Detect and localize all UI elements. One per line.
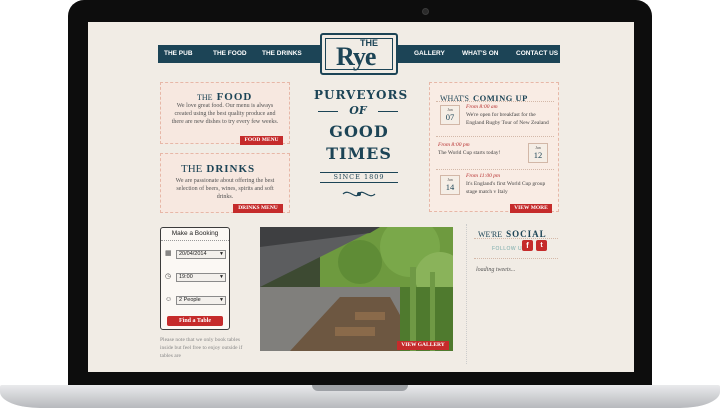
drinks-menu-button[interactable]: DRINKS MENU [233, 204, 283, 213]
nav-item-contact-us[interactable]: CONTACT US [516, 45, 558, 63]
event-date-box: Jun 07 [440, 105, 460, 125]
nav-item-the-food[interactable]: THE FOOD [213, 45, 247, 63]
tagline-times: TIMES [326, 144, 392, 163]
food-panel: THE FOOD We love great food. Our menu is… [160, 82, 290, 145]
date-select[interactable]: 20/04/2014 ▼ [176, 250, 226, 259]
chevron-down-icon: ▼ [219, 274, 224, 280]
event-desc: The World Cup starts today! [438, 150, 501, 156]
nav-item-the-pub[interactable]: THE PUB [164, 45, 193, 63]
event-desc: We're open for breakfast for the England… [466, 112, 549, 126]
divider [474, 238, 558, 239]
booking-form: Make a Booking ▦ 20/04/2014 ▼ ◷ 19:00 ▼ ☺ … [160, 227, 230, 330]
nav-item-gallery[interactable]: GALLERY [414, 45, 445, 63]
drinks-title: THE DRINKS [181, 163, 256, 175]
chevron-down-icon: ▼ [219, 251, 224, 257]
divider-right [378, 111, 398, 112]
laptop-notch [312, 385, 408, 391]
nav-item-the-drinks[interactable]: THE DRINKS [262, 45, 302, 63]
food-menu-button[interactable]: FOOD MENU [240, 136, 283, 145]
tagline-since: SINCE 1809 [333, 173, 385, 181]
since-rule-bottom [320, 182, 398, 183]
nav-item-whats-on[interactable]: WHAT'S ON [462, 45, 498, 63]
drinks-panel: THE DRINKS We are passionate about offer… [160, 153, 290, 213]
divider [436, 101, 554, 102]
booking-note: Please note that we only book tables ins… [160, 337, 243, 359]
time-select[interactable]: 19:00 ▼ [176, 273, 226, 282]
event-time: From 8:00 pm [438, 142, 470, 148]
people-select[interactable]: 2 People ▼ [176, 296, 226, 305]
view-gallery-button[interactable]: VIEW GALLERY [397, 341, 449, 350]
booking-title: Make a Booking [161, 228, 229, 241]
tagline-good: GOOD [329, 122, 389, 141]
tagline-purveyors: PURVEYORS [314, 88, 409, 102]
camera-icon [422, 8, 429, 15]
event-date-box: Jun 12 [528, 143, 548, 163]
tweets-loading-text: loading tweets... [476, 267, 516, 273]
ornament-icon [342, 191, 376, 197]
event-time: From 8:00 am [466, 104, 498, 110]
coming-up-panel: WHAT'S COMING UP Jun 07 From 8:00 am We'… [429, 82, 559, 213]
food-text: We love great food. Our menu is always c… [171, 103, 279, 125]
drinks-text: We are passionate about offering the bes… [175, 178, 275, 200]
terrace-photo [260, 227, 453, 351]
person-icon: ☺ [165, 296, 173, 303]
divider [436, 136, 554, 137]
logo-rye: Rye [336, 42, 376, 71]
event-desc: It's England's first World Cup group sta… [466, 181, 546, 195]
chevron-down-icon: ▼ [219, 297, 224, 303]
event-time: From 11:00 pm [466, 173, 500, 179]
tagline-of: OF [349, 104, 367, 117]
facebook-icon[interactable]: f [522, 240, 533, 251]
event-date-box: Jun 14 [440, 175, 460, 195]
divider [466, 224, 467, 364]
clock-icon: ◷ [165, 273, 172, 280]
find-table-button[interactable]: Find a Table [167, 316, 223, 326]
divider [436, 169, 554, 170]
twitter-icon[interactable]: t [536, 240, 547, 251]
logo[interactable]: THE Rye [320, 33, 398, 75]
website-screen: THE PUB THE FOOD THE DRINKS GALLERY WHAT… [88, 22, 634, 372]
view-more-button[interactable]: VIEW MORE [510, 204, 552, 213]
follow-us-label: FOLLOW US [492, 246, 526, 252]
calendar-icon: ▦ [165, 250, 172, 257]
gallery-photo[interactable]: VIEW GALLERY [260, 227, 453, 351]
divider-left [318, 111, 338, 112]
divider [474, 258, 558, 259]
